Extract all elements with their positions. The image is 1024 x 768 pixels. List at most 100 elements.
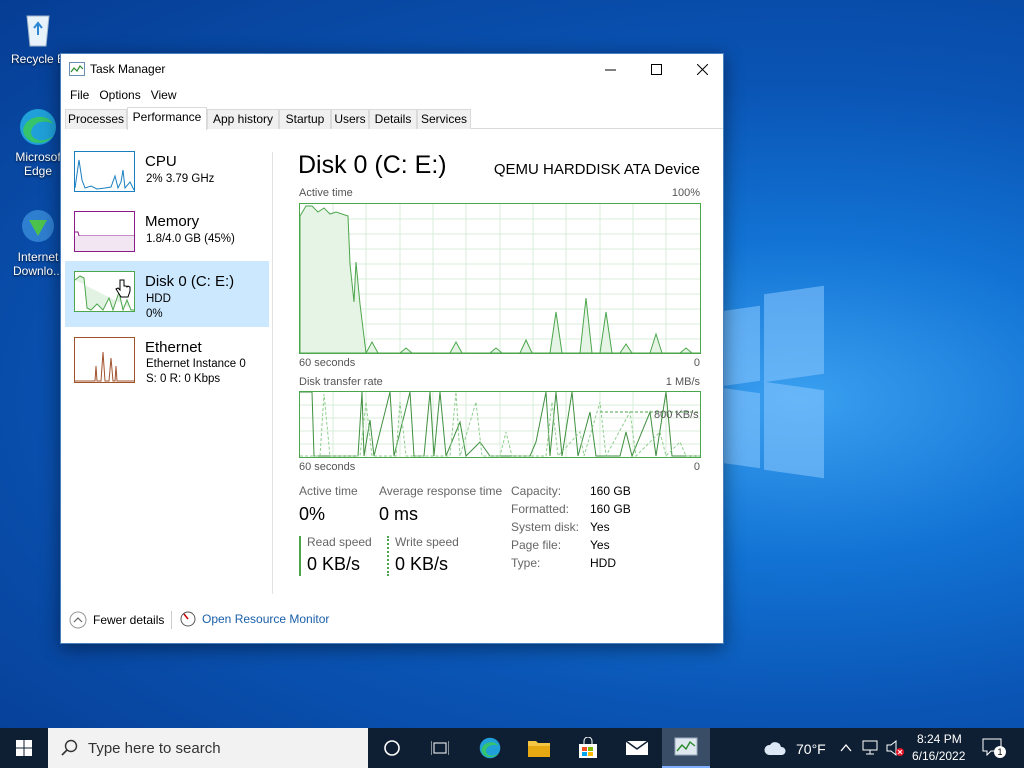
write-speed-label: Write speed <box>395 535 459 549</box>
taskbar-store[interactable] <box>564 728 612 768</box>
taskbar-edge[interactable] <box>466 728 514 768</box>
resource-name: Ethernet <box>145 339 202 356</box>
resource-name: CPU <box>145 153 177 170</box>
start-button[interactable] <box>0 728 48 768</box>
resource-list: CPU 2% 3.79 GHz Memory 1.8/4.0 GB (45%) … <box>61 130 275 590</box>
edge-icon <box>479 737 501 759</box>
prop-value: Yes <box>590 538 610 552</box>
minimize-button[interactable] <box>587 54 633 84</box>
close-icon <box>696 63 708 75</box>
resource-item-memory[interactable]: Memory 1.8/4.0 GB (45%) <box>65 201 269 265</box>
cortana-button[interactable] <box>368 728 416 768</box>
prop-label: Page file: <box>511 538 562 552</box>
device-name: QEMU HARDDISK ATA Device <box>493 161 700 178</box>
search-box[interactable]: Type here to search <box>48 728 368 768</box>
volume-muted-icon[interactable] <box>885 739 905 757</box>
minimize-icon <box>604 69 616 70</box>
taskbar-mail[interactable] <box>613 728 661 768</box>
weather-cloud-icon[interactable] <box>763 740 789 756</box>
store-icon <box>579 737 597 758</box>
graph1-label: Active time <box>299 187 353 199</box>
write-speed-value: 0 KB/s <box>395 554 449 574</box>
active-time-label: Active time <box>299 484 358 498</box>
read-speed-value: 0 KB/s <box>307 554 361 574</box>
fewer-details-label: Fewer details <box>93 613 165 627</box>
prop-label: Formatted: <box>511 502 570 516</box>
resource-item-ethernet[interactable]: Ethernet Ethernet Instance 0 S: 0 R: 0 K… <box>65 327 269 391</box>
desktop-icon-label: Recycle B <box>10 52 66 66</box>
cortana-icon <box>384 740 400 756</box>
resource-item-cpu[interactable]: CPU 2% 3.79 GHz <box>65 141 269 205</box>
search-placeholder: Type here to search <box>88 740 221 757</box>
active-time-chart <box>299 204 700 355</box>
tab-app-history[interactable]: App history <box>207 109 279 129</box>
tab-details[interactable]: Details <box>369 109 417 129</box>
graph2-time-right: 0 <box>693 461 700 473</box>
title-bar[interactable]: Task Manager <box>61 54 723 84</box>
prop-label: Type: <box>511 556 541 570</box>
resource-item-disk[interactable]: Disk 0 (C: E:) HDD 0% <box>65 261 269 327</box>
ethernet-thumbnail <box>74 337 135 383</box>
tab-strip: Processes Performance App history Startu… <box>65 107 723 130</box>
menu-file[interactable]: File <box>65 88 94 102</box>
graph2-time-left: 60 seconds <box>299 461 356 473</box>
read-speed-label: Read speed <box>307 535 372 549</box>
footer-divider <box>171 611 172 629</box>
resource-name: Disk 0 (C: E:) <box>145 273 235 290</box>
graph1-time-left: 60 seconds <box>299 357 356 369</box>
resource-monitor-icon <box>180 611 196 627</box>
prop-value: Yes <box>590 520 610 534</box>
active-time-graph <box>299 203 701 355</box>
resource-monitor-label: Open Resource Monitor <box>202 612 330 626</box>
menu-bar: File Options View <box>61 84 723 106</box>
task-view-button[interactable] <box>416 728 464 768</box>
tab-performance[interactable]: Performance <box>127 107 207 130</box>
taskbar-file-explorer[interactable] <box>515 728 563 768</box>
action-center-button[interactable]: 1 <box>982 738 1006 758</box>
chevron-up-circle-icon <box>69 611 87 629</box>
desktop-icon-label: Microsof Edge <box>15 150 61 178</box>
pane-splitter[interactable] <box>272 152 273 594</box>
ethernet-mini-graph <box>75 351 134 382</box>
notification-badge: 1 <box>994 746 1006 758</box>
desktop-icon-label: Internet Downlo... <box>12 250 64 278</box>
avg-response-label: Average response time <box>379 484 503 498</box>
network-icon[interactable] <box>862 740 880 756</box>
menu-options[interactable]: Options <box>94 88 145 102</box>
tab-processes[interactable]: Processes <box>65 109 127 129</box>
cpu-mini-graph <box>75 159 134 191</box>
avg-response-value: 0 ms <box>379 504 419 524</box>
fewer-details-button[interactable]: Fewer details <box>69 611 164 629</box>
task-view-icon <box>431 741 449 755</box>
task-manager-icon <box>69 62 85 76</box>
taskbar-task-manager[interactable] <box>662 728 710 768</box>
windows-logo-icon <box>16 740 32 756</box>
graph1-time-right: 0 <box>693 357 700 369</box>
folder-icon <box>528 741 550 757</box>
taskbar: Type here to search 70°F 8:24 PM 6/16/20… <box>0 728 1024 768</box>
read-speed-marker <box>299 536 301 576</box>
close-button[interactable] <box>679 54 725 84</box>
prop-value: HDD <box>590 556 616 570</box>
page-title: Disk 0 (C: E:) <box>298 151 447 179</box>
memory-thumbnail <box>74 211 135 252</box>
write-speed-marker <box>387 536 389 576</box>
menu-view[interactable]: View <box>146 88 182 102</box>
active-time-value: 0% <box>299 504 326 524</box>
graph1-max: 100% <box>671 187 700 199</box>
open-resource-monitor-link[interactable]: Open Resource Monitor <box>180 611 329 627</box>
mail-icon <box>625 740 649 755</box>
hand-cursor-icon <box>115 279 131 298</box>
resource-detail: 0% <box>146 308 163 320</box>
resource-detail: Ethernet Instance 0 <box>146 358 246 370</box>
weather-temp[interactable]: 70°F <box>796 741 826 757</box>
clock-time[interactable]: 8:24 PM <box>917 732 962 746</box>
tab-startup[interactable]: Startup <box>279 109 331 129</box>
clock-date[interactable]: 6/16/2022 <box>912 749 965 763</box>
tab-users[interactable]: Users <box>331 109 369 129</box>
maximize-button[interactable] <box>633 54 679 84</box>
tab-services[interactable]: Services <box>417 109 471 129</box>
chevron-up-icon[interactable] <box>840 742 852 754</box>
prop-value: 160 GB <box>590 484 631 498</box>
graph2-mark: 800 KB/s <box>654 409 699 421</box>
